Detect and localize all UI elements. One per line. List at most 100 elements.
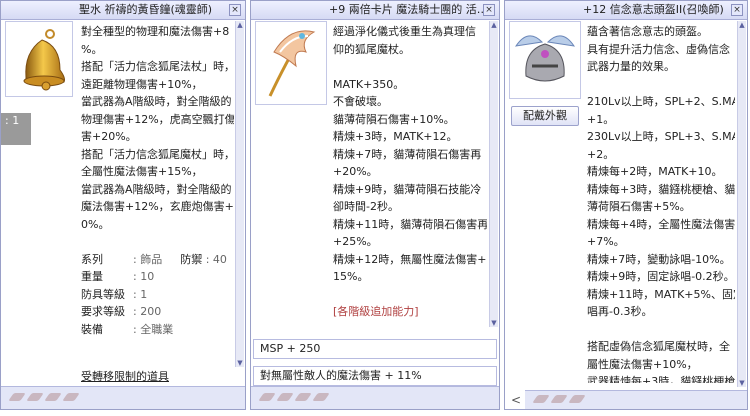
scroll-up-icon[interactable]: ▲	[738, 21, 746, 29]
description-line: +20%。	[333, 165, 378, 178]
item-image	[255, 21, 327, 105]
description-line	[587, 321, 735, 339]
transfer-restricted-link[interactable]: 受轉移限制的道具	[81, 368, 169, 384]
description-line	[587, 76, 735, 94]
decor-diamond	[44, 393, 62, 401]
close-button[interactable]: ×	[731, 4, 743, 16]
description-line: 害+20%。	[81, 130, 137, 143]
decor-diamond	[62, 393, 80, 401]
decor-diamond	[312, 393, 330, 401]
decor-diamond	[276, 393, 294, 401]
description-line: 當武器為A階級時，對全階級的	[81, 182, 232, 196]
description-line: 遠距離物理傷害+10%，	[81, 77, 203, 91]
description-line: 精煉+7時，變動詠唱-10%。	[587, 252, 731, 266]
description-line: +7%。	[587, 235, 625, 248]
description-line: 唱再-0.3秒。	[587, 305, 653, 318]
decor-diamond	[550, 395, 568, 403]
description-line: 精煉+9時，固定詠唱-0.2秒。	[587, 270, 735, 283]
item-title: 聖水 祈禱的黃昏鐘(魂靈師)	[1, 1, 245, 20]
decor-diamond	[568, 395, 586, 403]
decor-diamond	[8, 393, 26, 401]
description-line: 精煉每+3時，貓鏹桃梗槍、貓	[587, 182, 735, 196]
item-description: 經過淨化儀式後重生為真理信 仰的狐尾魔杖。 MATK+350。 不會破壞。 貓薄荷隕石傷…	[331, 23, 487, 323]
description-line: 薄荷隕石傷害+5%。	[587, 200, 691, 213]
description-line	[333, 58, 487, 76]
description-line: 全屬性魔法傷害+15%，	[81, 165, 203, 178]
stat-row: 裝備: 全職業	[81, 321, 234, 339]
description-line: +2。	[587, 147, 615, 161]
item-image	[5, 21, 73, 97]
wear-appearance-button[interactable]: 配戴外觀	[511, 106, 579, 126]
scrollbar[interactable]: ▲ ▼	[737, 21, 746, 387]
slot-indicator: : 1	[1, 113, 31, 145]
footer-bar	[525, 390, 747, 409]
random-option-2: 對無屬性敵人的魔法傷害 + 11%	[253, 366, 497, 386]
scroll-up-icon[interactable]: ▲	[490, 21, 498, 29]
scrollbar[interactable]: ▲ ▼	[235, 21, 244, 367]
description-line: MATK+350。	[333, 77, 405, 91]
description-line: 精煉每+2時，MATK+10。	[587, 165, 723, 178]
description-line: 搭配「活力信念狐尾法杖」時，	[81, 60, 234, 73]
description-line: 貓薄荷隕石傷害+10%。	[333, 112, 455, 126]
decor-diamond	[258, 393, 276, 401]
description-lines: 對全種型的物理和魔法傷害+8 %。 搭配「活力信念狐尾法杖」時， 遠距離物理傷害+10…	[81, 23, 234, 233]
description-line	[333, 286, 487, 304]
description-line: 蘊含著信念意志的頭盔。	[587, 25, 708, 38]
item-description: 對全種型的物理和魔法傷害+8 %。 搭配「活力信念狐尾法杖」時， 遠距離物理傷害+10…	[79, 23, 234, 365]
description-lines: 經過淨化儀式後重生為真理信 仰的狐尾魔杖。 MATK+350。 不會破壞。 貓薄荷隕石傷…	[333, 23, 487, 321]
item-title: +12 信念意志頭盔II(召喚師)	[505, 1, 747, 20]
decor-diamond	[294, 393, 312, 401]
scroll-down-icon[interactable]: ▼	[236, 359, 244, 367]
description-line: 當武器為A階級時，對全階級的	[81, 95, 232, 108]
stat-key: 要求等級	[81, 305, 125, 318]
description-line: [各階級追加能力]	[333, 305, 419, 318]
footer-bar	[251, 386, 499, 409]
footer-bar	[1, 386, 245, 409]
item-tooltip-helm: +12 信念意志頭盔II(召喚師) × 配戴外觀 蘊含著信念意志的頭盔。具有提升…	[504, 0, 748, 410]
description-line: 武器力量的效果。	[587, 60, 675, 73]
decor-diamond	[26, 393, 44, 401]
stat-row: 防具等級: 1	[81, 286, 234, 304]
item-tooltip-bell: 聖水 祈禱的黃昏鐘(魂靈師) × : 1 對全種型的物理和魔法傷害+8 %。 搭配「…	[0, 0, 246, 410]
description-line: 精煉+3時，MATK+12。	[333, 130, 458, 143]
close-button[interactable]: ×	[483, 4, 495, 16]
description-line: 0%。	[81, 217, 110, 231]
stat-value: 200	[140, 305, 162, 318]
description-line: 具有提升活力信念、虛偽信念	[587, 42, 730, 56]
stat-key: 系列	[81, 252, 103, 266]
stat-value: 1	[140, 287, 148, 301]
fox-tail-staff-icon	[268, 30, 316, 97]
scroll-down-icon[interactable]: ▼	[738, 379, 746, 387]
description-line: +25%。	[333, 235, 378, 248]
description-line: 精煉+11時，貓薄荷隕石傷害再	[333, 217, 487, 231]
corner-arrow-icon[interactable]: <	[511, 393, 521, 407]
description-line: 230Lv以上時，SPL+3、S.MATK	[587, 130, 735, 143]
description-line: 精煉+9時，貓薄荷隕石技能冷	[333, 182, 482, 196]
description-line: 經過淨化儀式後重生為真理信	[333, 25, 476, 38]
item-title: +9 兩倍卡片 魔法騎士團的 活…	[251, 1, 499, 20]
description-line: 搭配虛偽信念狐尾魔杖時，全	[587, 340, 730, 353]
scroll-up-icon[interactable]: ▲	[236, 21, 244, 29]
description-line: 精煉+11時，MATK+5%、固定詠	[587, 287, 735, 301]
description-line: %。	[81, 42, 103, 56]
description-line: 魔法傷害+12%，玄鹿炮傷害+2	[81, 200, 234, 213]
stat-value: 全職業	[140, 322, 174, 336]
scrollbar[interactable]: ▲ ▼	[489, 21, 498, 327]
bell-icon	[23, 29, 65, 91]
stat-key: 重量	[81, 270, 103, 283]
description-line: 精煉每+4時，全屬性魔法傷害	[587, 217, 735, 231]
stat-value: 飾品	[140, 252, 163, 266]
description-line: 物理傷害+12%，虎高空飄打傷	[81, 112, 234, 126]
description-line: 屬性魔法傷害+10%，	[587, 357, 698, 371]
description-lines: 蘊含著信念意志的頭盔。具有提升活力信念、虛偽信念 武器力量的效果。 210Lv以上時…	[587, 23, 735, 383]
stat-value: 10	[140, 270, 155, 283]
description-line: 15%。	[333, 270, 369, 283]
close-button[interactable]: ×	[229, 4, 241, 16]
winged-helm-icon	[514, 35, 576, 82]
description-line: 精煉+7時，貓薄荷隕石傷害再	[333, 147, 482, 161]
stat-key: 裝備	[81, 322, 103, 336]
description-line: 210Lv以上時，SPL+2、S.MATK	[587, 95, 735, 108]
stat-row: 系列: 飾品 防禦 : 40	[81, 251, 234, 269]
stat-row: 重量: 10	[81, 268, 234, 286]
scroll-down-icon[interactable]: ▼	[490, 319, 498, 327]
